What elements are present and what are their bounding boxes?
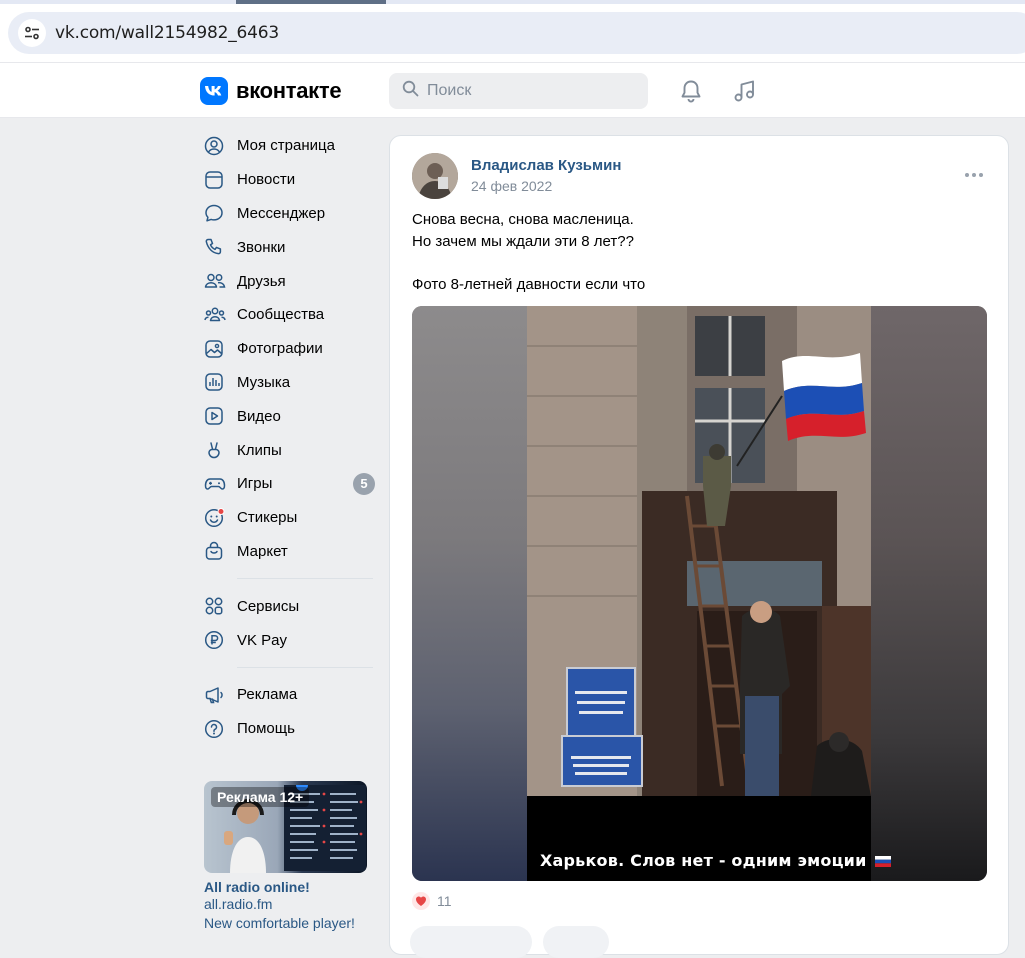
nav-item-my-page[interactable]: Моя страница [200,129,380,163]
like-button[interactable]: 11 [412,892,452,910]
nav-label: Игры [237,475,273,493]
nav-item-games[interactable]: Игры 5 [200,467,380,501]
nav-item-photos[interactable]: Фотографии [200,332,380,366]
friends-icon [200,269,230,293]
vk-logo[interactable]: вконтакте [200,77,342,105]
nav-item-friends[interactable]: Друзья [200,264,380,298]
nav-label: Видео [237,407,281,425]
post-date[interactable]: 24 фев 2022 [471,178,552,194]
user-circle-icon [200,134,230,158]
active-tab-indicator[interactable] [236,0,386,4]
nav-item-ads[interactable]: Реклама [200,678,380,712]
nav-item-market[interactable]: Маркет [200,535,380,569]
nav-label: VK Pay [237,631,288,649]
author-avatar[interactable] [412,153,458,199]
photo-blur-right [871,306,987,881]
communities-icon [200,303,230,327]
gamepad-icon [200,472,230,496]
browser-toolbar: vk.com/wall2154982_6463 [0,0,1025,62]
site-info-icon[interactable] [18,19,46,47]
nav-label: Звонки [237,238,286,256]
nav-item-music[interactable]: Музыка [200,366,380,400]
ad-description[interactable]: New comfortable player! [204,915,374,931]
nav-divider [237,666,373,668]
message-icon [200,201,230,225]
sticker-icon [200,506,230,530]
nav-item-clips[interactable]: Клипы [200,433,380,467]
vk-logo-text: вконтакте [236,78,342,103]
ad-age-tag: Реклама 12+ [211,787,310,807]
newsfeed-icon [200,168,230,192]
nav-label: Стикеры [237,509,298,527]
address-bar[interactable]: vk.com/wall2154982_6463 [8,12,1025,54]
nav-item-messenger[interactable]: Мессенджер [200,197,380,231]
post-more-icon[interactable] [965,173,983,177]
nav-label: Мессенджер [237,204,326,222]
vk-header: вконтакте Поиск [0,62,1025,118]
nav-item-news[interactable]: Новости [200,163,380,197]
clips-icon [200,438,230,462]
services-icon [200,594,230,618]
megaphone-icon [200,683,230,707]
photo-blur-left [412,306,528,881]
bell-icon[interactable] [678,78,704,109]
ad-image[interactable]: Реклама 12+ [204,781,367,873]
sidebar-ad[interactable]: Реклама 12+ All radio online! all.radio.… [204,781,374,931]
music-icon [200,370,230,394]
nav-item-video[interactable]: Видео [200,399,380,433]
photo-icon [200,337,230,361]
nav-label: Реклама [237,686,298,704]
nav-label: Музыка [237,373,291,391]
nav-label: Сервисы [237,597,300,615]
vk-logo-icon [200,77,228,105]
games-counter-badge: 5 [353,472,375,495]
search-placeholder: Поиск [427,82,472,99]
nav-label: Сообщества [237,306,325,324]
nav-item-services[interactable]: Сервисы [200,589,380,623]
russia-flag-emoji-icon [875,856,892,867]
nav-label: Друзья [237,272,286,290]
nav-label: Фотографии [237,340,323,358]
nav-item-communities[interactable]: Сообщества [200,298,380,332]
photo-caption: Харьков. Слов нет - одним эмоции [540,851,892,870]
photo-building-scene [527,306,871,881]
nav-label: Помощь [237,720,295,738]
post-text-line: Фото 8-летней давности если что [412,275,646,293]
nav-label: Клипы [237,441,282,459]
nav-item-stickers[interactable]: Стикеры [200,501,380,535]
comment-button[interactable] [410,926,532,958]
tab-strip [0,0,1025,4]
nav-label: Маркет [237,542,288,560]
russian-flag-illustration [782,353,866,441]
nav-item-help[interactable]: Помощь [200,712,380,746]
nav-label: Новости [237,171,296,189]
photo-caption-text: Харьков. Слов нет - одним эмоции [540,851,867,870]
left-sidebar: Моя страница Новости Мессенджер Звонки Д… [200,129,380,746]
post-text: Снова весна, снова масленица. Но зачем м… [412,209,645,295]
search-input[interactable]: Поиск [389,73,648,109]
ad-title[interactable]: All radio online! [204,879,374,895]
music-note-icon[interactable] [732,78,758,109]
video-icon [200,404,230,428]
likes-count: 11 [437,893,452,909]
search-icon [402,80,419,102]
market-bag-icon [200,539,230,563]
nav-item-vkpay[interactable]: VK Pay [200,623,380,657]
nav-item-calls[interactable]: Звонки [200,230,380,264]
ad-domain[interactable]: all.radio.fm [204,896,374,912]
nav-divider [237,578,373,580]
share-button[interactable] [543,926,609,958]
heart-icon [412,892,430,910]
wall-post: Владислав Кузьмин 24 фев 2022 Снова весн… [389,135,1009,958]
post-photo[interactable]: Харьков. Слов нет - одним эмоции [412,306,987,881]
phone-icon [200,235,230,259]
url-text[interactable]: vk.com/wall2154982_6463 [55,23,279,43]
vkpay-icon [200,628,230,652]
post-text-line: Но зачем мы ждали эти 8 лет?? [412,232,634,250]
post-text-line [412,252,645,274]
help-icon [200,717,230,741]
nav-label: Моя страница [237,137,335,155]
post-text-line: Снова весна, снова масленица. [412,211,634,228]
post-author-name[interactable]: Владислав Кузьмин [471,157,621,174]
